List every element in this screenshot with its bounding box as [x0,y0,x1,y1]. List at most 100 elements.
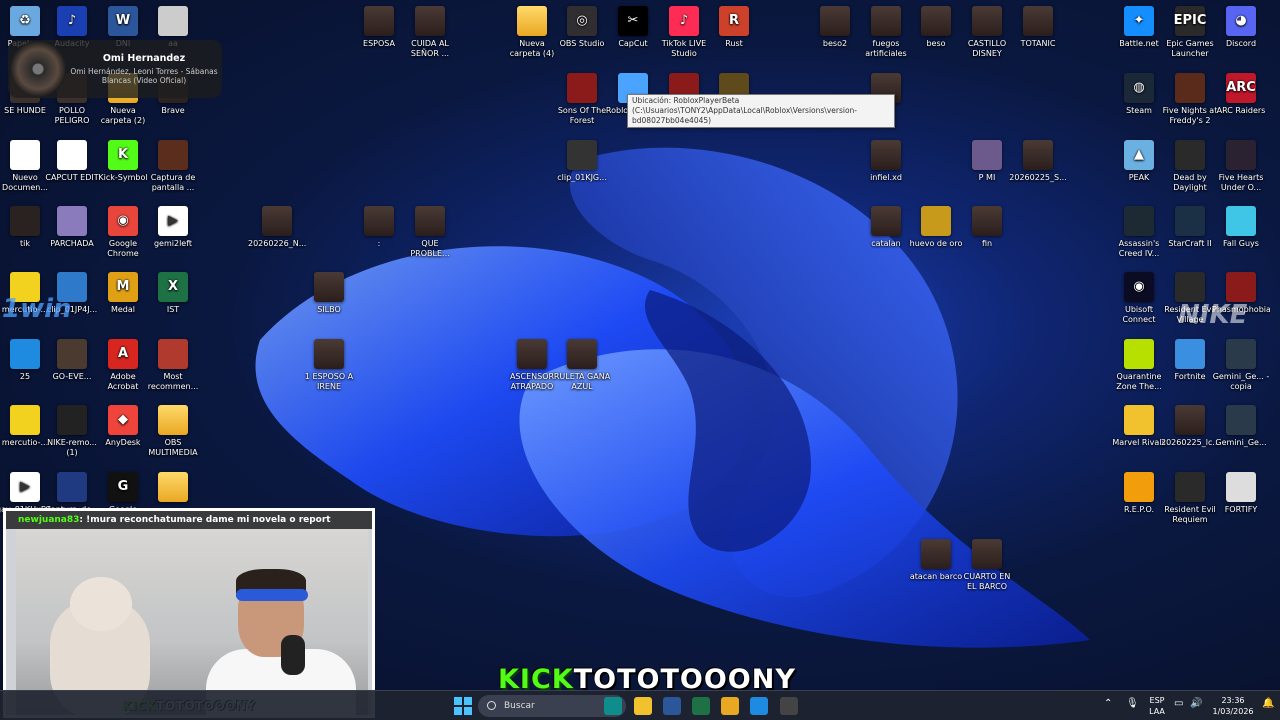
app-icon [517,6,547,36]
desktop-icon[interactable]: Gemini_Ge... [1212,405,1270,448]
desktop-icon[interactable]: SILBO [300,272,358,315]
desktop-icon-label: Quarantine Zone The... [1116,372,1162,391]
desktop-icon[interactable]: beso [907,6,965,49]
app-icon [57,206,87,236]
desktop-icon-label: Rust [725,39,743,48]
volume-icon[interactable]: 🔊 [1190,698,1202,709]
desktop-icon[interactable]: infiel.xd [857,140,915,183]
desktop-icon[interactable]: Dead by Daylight [1161,140,1219,193]
desktop-icon-label: Battle.net [1119,39,1159,48]
language-indicator[interactable]: ESP LAA [1148,695,1166,717]
app-icon: M [108,272,138,302]
desktop-icon[interactable]: clip_01KJG... [553,140,611,183]
word-icon[interactable] [663,697,681,715]
desktop-icon[interactable]: atacan barco [907,539,965,582]
desktop-icon[interactable]: ◍ Steam [1110,73,1168,116]
chevron-up-icon[interactable]: ⌃ [1104,698,1112,709]
desktop-icon-label: Brave [161,106,185,115]
desktop-icon[interactable]: 20260225_lc... [1161,405,1219,448]
desktop-icon[interactable]: 20260225_S... [1009,140,1067,183]
desktop-icon[interactable]: Resident Evil Requiem [1161,472,1219,525]
desktop-icon[interactable]: ◕ Discord [1212,6,1270,49]
desktop-icon[interactable]: ✂ CapCut [604,6,662,49]
desktop-icon-label: fin [981,239,993,248]
desktop-icon-label: Most recommen... [147,372,199,391]
desktop-icon[interactable]: Five Hearts Under O... [1212,140,1270,193]
excel-icon[interactable] [692,697,710,715]
desktop-icon-label: ESPOSA [363,39,395,48]
desktop-icon[interactable]: PARCHADA [43,206,101,249]
desktop-icon[interactable]: fin [958,206,1016,249]
desktop-icon[interactable]: Fall Guys [1212,206,1270,249]
desktop-icon[interactable]: GO-EVE... [43,339,101,382]
desktop-icon[interactable]: ✦ Battle.net [1110,6,1168,49]
desktop-icon[interactable] [144,472,202,505]
desktop-icon[interactable]: CASTILLO DISNEY [958,6,1016,59]
desktop-icon[interactable]: ◉ Ubisoft Connect [1110,272,1168,325]
desktop-icon[interactable]: : [350,206,408,249]
desktop-icon-label: GO-EVE... [52,372,92,381]
desktop-icon[interactable]: Five Nights at Freddy's 2 [1161,73,1219,126]
network-icon[interactable]: ▭ [1174,698,1183,709]
desktop-icon[interactable]: Most recommen... [144,339,202,392]
now-playing-card[interactable]: Omi Hernandez Omi Hernández, Leoni Torre… [8,40,222,98]
desktop-icon[interactable]: EPIC Epic Games Launcher [1161,6,1219,59]
desktop-icon[interactable]: X IST [144,272,202,315]
file-location-tooltip: Ubicación: RobloxPlayerBeta (C:\Usuarios… [627,94,895,128]
desktop-icon[interactable]: Assassin's Creed IV... [1110,206,1168,259]
desktop-icon[interactable]: QUE PROBLE... [401,206,459,259]
desktop-icon[interactable]: NIKE-remo... (1) [43,405,101,458]
desktop-icon[interactable]: ◎ OBS Studio [553,6,611,49]
obs-icon[interactable] [780,697,798,715]
app-icon [10,339,40,369]
mic-tray-icon[interactable]: 🎙 [1126,698,1139,709]
desktop-icon[interactable]: ESPOSA [350,6,408,49]
desktop-icon[interactable]: Marvel Rivals [1110,405,1168,448]
browser-icon[interactable] [750,697,768,715]
folder-icon[interactable] [721,697,739,715]
desktop-icon[interactable]: 20260226_N... [248,206,306,249]
app-icon [972,539,1002,569]
desktop-icon[interactable]: Captura de pantalla ... [144,140,202,193]
desktop-icon[interactable]: CUIDA AL SEÑOR ... [401,6,459,59]
desktop-icon[interactable]: FORTIFY [1212,472,1270,515]
desktop-icon[interactable]: huevo de oro [907,206,965,249]
app-icon: ♻ [10,6,40,36]
desktop-icon[interactable]: ▲ PEAK [1110,140,1168,183]
file-explorer-icon[interactable] [634,697,652,715]
desktop-icon[interactable]: Gemini_Ge... - copia [1212,339,1270,392]
desktop-icon[interactable]: Sons Of The Forest [553,73,611,126]
desktop-icon-label: Fall Guys [1223,239,1259,248]
desktop-icon[interactable]: ARC ARC Raiders [1212,73,1270,116]
app-icon [158,6,188,36]
desktop-icon[interactable]: RULETA GANA AZUL [553,339,611,392]
desktop-icon[interactable]: beso2 [806,6,864,49]
app-icon: EPIC [1174,6,1206,36]
desktop-icon-label: Five Hearts Under O... [1218,173,1264,192]
desktop-icon[interactable]: 1 ESPOSO A IRENE [300,339,358,392]
desktop-icon-label: Sons Of The Forest [557,106,607,125]
desktop-icon[interactable]: R.E.P.O. [1110,472,1168,515]
desktop-icon[interactable]: OBS MULTIMEDIA [144,405,202,458]
desktop-icon-label: huevo de oro [909,239,963,248]
app-icon: K [108,140,138,170]
app-icon [871,6,901,36]
desktop-icon[interactable]: StarCraft II [1161,206,1219,249]
start-button[interactable] [454,697,472,715]
desktop-icon[interactable]: ▶ gemi2left [144,206,202,249]
now-playing-title: Omi Hernandez [102,53,186,64]
desktop-icon-label: OBS Studio [559,39,605,48]
app-icon: ▲ [1124,140,1154,170]
desktop-icon-label: TOTANIC [1020,39,1056,48]
notifications-icon[interactable]: 🔔 [1262,698,1274,709]
desktop-icon[interactable]: R Rust [705,6,763,49]
desktop-icon-label: : [377,239,381,248]
desktop-icon[interactable]: CAPCUT EDIT [43,140,101,183]
desktop-icon[interactable]: Quarantine Zone The... [1110,339,1168,392]
desktop-icon[interactable]: CUARTO EN EL BARCO [958,539,1016,592]
system-clock[interactable]: 23:36 1/03/2026 [1212,695,1254,717]
edge-icon[interactable] [604,697,622,715]
desktop-icon[interactable]: Fortnite [1161,339,1219,382]
desktop-icon[interactable]: TOTANIC [1009,6,1067,49]
desktop-icon[interactable]: P MI [958,140,1016,183]
